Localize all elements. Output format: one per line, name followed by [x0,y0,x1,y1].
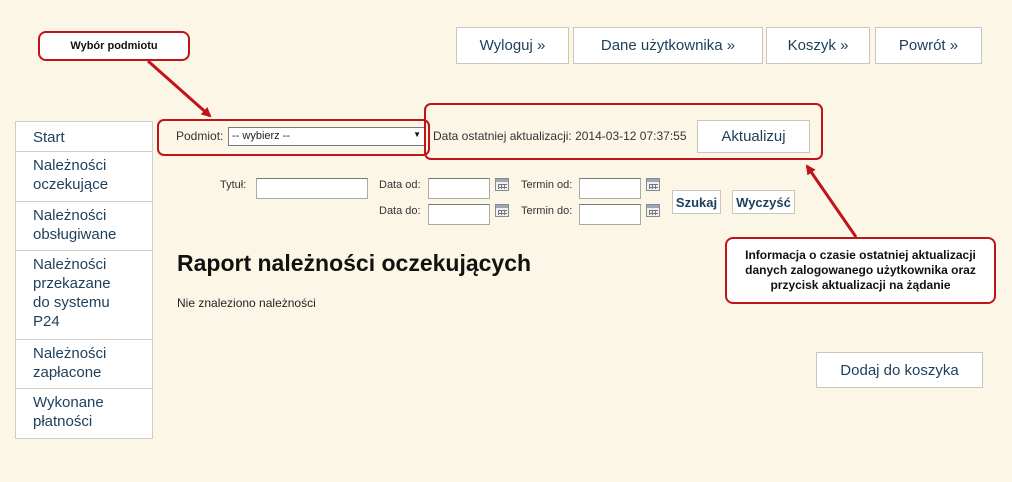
date-to-label: Data do: [379,205,421,217]
search-button[interactable]: Szukaj [672,190,721,214]
due-to-label: Termin do: [521,205,573,217]
sidebar-item-start[interactable]: Start [16,122,152,152]
entity-highlight-box [157,119,430,156]
title-label: Tytuł: [220,179,247,191]
logout-button[interactable]: Wyloguj » [456,27,569,64]
user-data-button[interactable]: Dane użytkownika » [573,27,763,64]
sidebar-item-transferred-p24[interactable]: Należności przekazane do systemu P24 [16,251,152,340]
update-callout: Informacja o czasie ostatniej aktualizac… [725,237,996,304]
date-to-input[interactable] [428,204,490,225]
empty-message: Nie znaleziono należności [177,296,316,310]
clear-button[interactable]: Wyczyść [732,190,795,214]
calendar-icon[interactable] [495,204,509,217]
date-from-input[interactable] [428,178,490,199]
calendar-icon[interactable] [646,178,660,191]
due-from-input[interactable] [579,178,641,199]
due-to-input[interactable] [579,204,641,225]
sidebar-item-payments[interactable]: Wykonane płatności [16,389,152,438]
update-highlight-box [424,103,823,160]
cart-button[interactable]: Koszyk » [766,27,870,64]
calendar-icon[interactable] [646,204,660,217]
title-input[interactable] [256,178,368,199]
date-from-label: Data od: [379,179,421,191]
add-to-cart-button[interactable]: Dodaj do koszyka [816,352,983,388]
calendar-icon[interactable] [495,178,509,191]
page-title: Raport należności oczekujących [177,250,532,276]
sidebar-item-paid[interactable]: Należności zapłacone [16,340,152,389]
sidebar-item-pending[interactable]: Należności oczekujące [16,152,152,202]
sidebar-nav: Start Należności oczekujące Należności o… [15,121,153,439]
arrow-to-update [805,164,858,238]
entity-callout: Wybór podmiotu [38,31,190,61]
sidebar-item-handled[interactable]: Należności obsługiwane [16,202,152,251]
arrow-to-entity [147,59,212,118]
due-from-label: Termin od: [521,179,573,191]
back-button[interactable]: Powrót » [875,27,982,64]
